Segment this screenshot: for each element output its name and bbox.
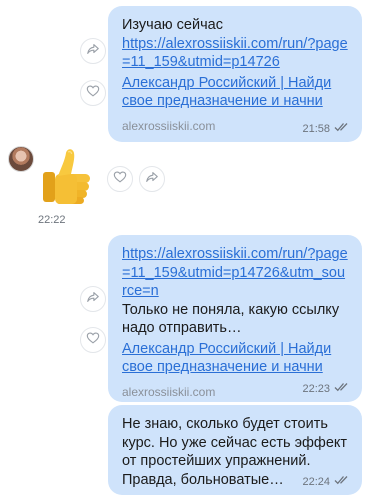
message-time: 22:23 — [302, 382, 330, 395]
like-button[interactable] — [107, 166, 133, 192]
message-link[interactable]: https://alexrossiiskii.com/run/?page=11_… — [122, 245, 348, 301]
message-bubble-outgoing: Не знаю, сколько будет стоить курс. Но у… — [108, 405, 362, 495]
thumbs-up-sticker — [40, 146, 96, 208]
share-button[interactable] — [80, 38, 106, 64]
share-icon — [86, 42, 100, 61]
link-preview-title[interactable]: Александр Российский | Найди свое предна… — [122, 340, 348, 377]
link-preview-title[interactable]: Александр Российский | Найди свое предна… — [122, 74, 348, 111]
message-time: 22:22 — [38, 214, 66, 226]
heart-icon — [113, 170, 127, 189]
message-text: Изучаю сейчас — [122, 17, 223, 33]
double-check-icon — [334, 382, 350, 395]
like-button[interactable] — [80, 327, 106, 353]
like-button[interactable] — [80, 80, 106, 106]
message-meta: 22:23 — [302, 382, 350, 395]
avatar[interactable] — [8, 146, 34, 172]
double-check-icon — [334, 475, 350, 488]
message-meta: 22:24 — [302, 475, 350, 488]
heart-icon — [86, 84, 100, 103]
heart-icon — [86, 331, 100, 350]
message-time: 22:24 — [302, 475, 330, 488]
share-icon — [86, 290, 100, 309]
message-meta: 21:58 — [302, 122, 350, 135]
share-button[interactable] — [80, 286, 106, 312]
share-button[interactable] — [139, 166, 165, 192]
message-bubble-outgoing: https://alexrossiiskii.com/run/?page=11_… — [108, 235, 362, 402]
message-link[interactable]: https://alexrossiiskii.com/run/?page=11_… — [122, 35, 348, 72]
message-time: 21:58 — [302, 122, 330, 135]
message-text: Только не поняла, какую ссылку надо отпр… — [122, 301, 340, 337]
double-check-icon — [334, 122, 350, 135]
share-icon — [145, 170, 159, 189]
message-bubble-outgoing: Изучаю сейчас https://alexrossiiskii.com… — [108, 6, 362, 142]
